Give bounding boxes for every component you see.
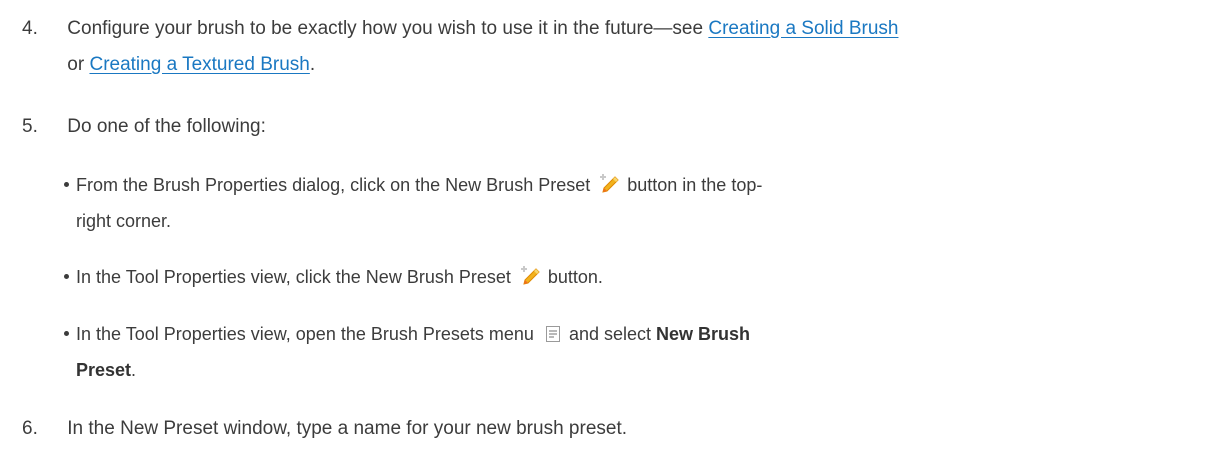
bullet-dot: [64, 182, 69, 187]
list-item: From the Brush Properties dialog, click …: [64, 167, 1204, 203]
step-text: Do one of the following:: [67, 116, 266, 137]
new-brush-preset-icon: [520, 266, 540, 285]
link-creating-solid-brush[interactable]: Creating a Solid Brush: [708, 18, 898, 39]
new-brush-preset-icon: [600, 174, 619, 193]
step-number: 6.: [22, 418, 38, 439]
bullet-dot: [64, 331, 69, 336]
step-number: 4.: [22, 18, 38, 39]
step-4: 4. Configure your brush to be exactly ho…: [22, 10, 1212, 47]
step-6: 6. In the New Preset window, type a name…: [22, 410, 1212, 447]
list-item-continued: Preset.: [76, 360, 137, 380]
step-4-continued: or Creating a Textured Brush.: [67, 54, 316, 75]
list-item: In the Tool Properties view, open the Br…: [64, 316, 1204, 352]
step-text: In the New Preset window, type a name fo…: [67, 418, 628, 439]
bullet-dot: [64, 274, 69, 279]
list-item: In the Tool Properties view, click the N…: [64, 259, 1204, 295]
step-5: 5. Do one of the following:: [22, 108, 1212, 145]
link-creating-textured-brush[interactable]: Creating a Textured Brush: [89, 54, 309, 75]
step-number: 5.: [22, 116, 38, 137]
step-text: Configure your brush to be exactly how y…: [67, 18, 899, 39]
brush-presets-menu-icon: [545, 326, 560, 342]
list-item-continued: right corner.: [76, 211, 172, 231]
